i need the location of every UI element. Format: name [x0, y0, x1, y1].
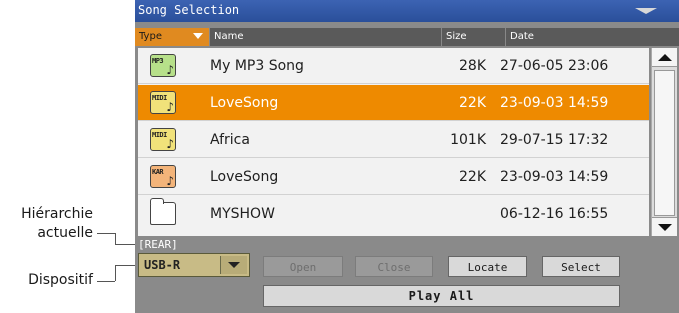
callout-device-leader — [97, 281, 115, 282]
file-row-selected[interactable]: MIDI ♪ LoveSong 22K 23-09-03 14:59 — [138, 85, 649, 121]
file-date: 23-09-03 14:59 — [500, 95, 609, 111]
file-name: My MP3 Song — [210, 58, 304, 74]
title-bar: Song Selection — [135, 0, 679, 22]
callout-device-leader-end — [115, 265, 137, 266]
sort-arrow-icon — [193, 33, 203, 39]
callout-device-leader-vert — [115, 265, 116, 281]
file-row[interactable]: MP3 ♪ My MP3 Song 28K 27-06-05 23:06 — [138, 48, 649, 84]
locate-button[interactable]: Locate — [448, 256, 527, 277]
file-size: 101K — [450, 132, 486, 148]
folder-icon — [150, 198, 176, 225]
column-header-name[interactable]: Name — [209, 28, 441, 46]
play-all-button[interactable]: Play All — [263, 285, 620, 307]
file-size: 22K — [459, 169, 486, 185]
column-header-type[interactable]: Type — [135, 28, 209, 46]
callout-hierarchy-leader — [97, 233, 115, 234]
folder-name: MYSHOW — [210, 206, 275, 222]
callout-hierarchy-line1: Hiérarchie — [21, 206, 93, 222]
column-header-date[interactable]: Date — [505, 28, 679, 46]
callout-current-hierarchy: Hiérarchie actuelle — [0, 205, 93, 243]
device-select[interactable]: USB-R — [138, 253, 250, 277]
callout-hierarchy-line2: actuelle — [37, 225, 93, 241]
mp3-file-icon: MP3 ♪ — [150, 54, 176, 77]
dropdown-arrow-icon[interactable] — [220, 256, 247, 274]
file-name: LoveSong — [210, 169, 279, 185]
file-date: 06-12-16 16:55 — [500, 206, 609, 222]
open-button[interactable]: Open — [263, 256, 343, 277]
file-date: 23-09-03 14:59 — [500, 169, 609, 185]
song-selection-panel: Song Selection Type Name Size Date MP3 ♪ … — [135, 0, 679, 313]
scroll-up-arrow-icon[interactable] — [652, 48, 677, 67]
midi-file-icon: MIDI ♪ — [150, 128, 176, 151]
callout-device: Dispositif — [28, 272, 93, 288]
callout-hierarchy-leader-vert — [115, 233, 116, 244]
file-list: MP3 ♪ My MP3 Song 28K 27-06-05 23:06 MIDI… — [138, 48, 649, 236]
file-row[interactable]: MIDI ♪ Africa 101K 29-07-15 17:32 — [138, 122, 649, 158]
file-row[interactable]: KAR ♪ LoveSong 22K 23-09-03 14:59 — [138, 159, 649, 195]
file-date: 29-07-15 17:32 — [500, 132, 609, 148]
select-button[interactable]: Select — [542, 256, 620, 277]
file-size — [430, 196, 486, 232]
page-menu-icon[interactable] — [635, 8, 657, 14]
karaoke-file-icon: KAR ♪ — [150, 165, 176, 188]
column-header: Type Name Size Date — [135, 28, 679, 46]
file-size: 22K — [459, 95, 486, 111]
column-type-label: Type — [139, 31, 162, 42]
file-name: Africa — [210, 132, 250, 148]
window-title: Song Selection — [138, 3, 240, 17]
current-path: [REAR] — [138, 238, 178, 251]
scrollbar[interactable] — [651, 48, 677, 236]
callout-hierarchy-leader-end — [115, 244, 137, 245]
folder-row[interactable]: MYSHOW 06-12-16 16:55 — [138, 196, 649, 232]
file-size: 28K — [459, 58, 486, 74]
midi-file-icon: MIDI ♪ — [150, 91, 176, 114]
scroll-thumb[interactable] — [654, 70, 675, 216]
file-name: LoveSong — [210, 95, 279, 111]
column-header-size[interactable]: Size — [441, 28, 505, 46]
close-button[interactable]: Close — [355, 256, 433, 277]
file-date: 27-06-05 23:06 — [500, 58, 609, 74]
device-value: USB-R — [144, 258, 181, 272]
scroll-down-arrow-icon[interactable] — [652, 217, 677, 236]
